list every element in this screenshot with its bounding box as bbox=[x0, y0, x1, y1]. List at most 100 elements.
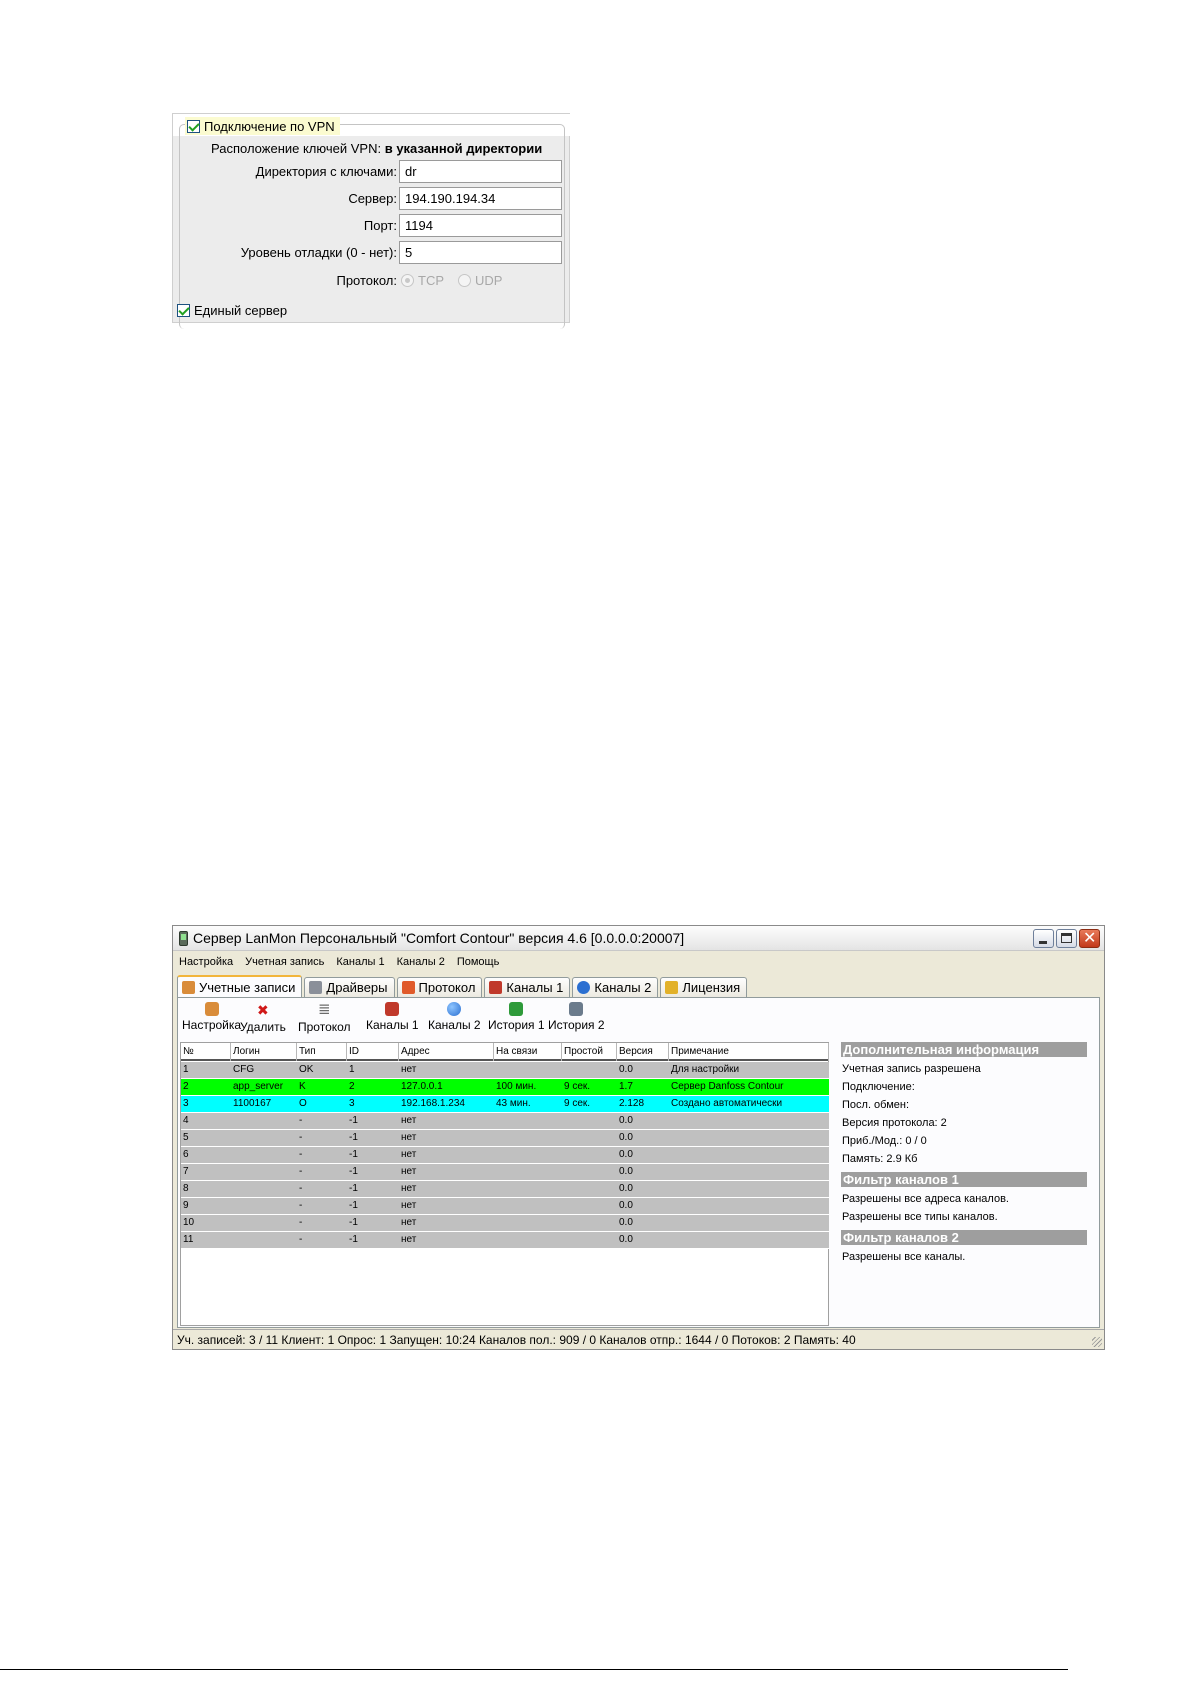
table-cell bbox=[494, 1181, 562, 1197]
maximize-icon bbox=[1061, 933, 1072, 943]
menu-channels-1[interactable]: Каналы 1 bbox=[336, 956, 384, 968]
protocol-udp-radio[interactable]: UDP bbox=[458, 273, 502, 288]
column-header[interactable]: ID bbox=[347, 1043, 399, 1061]
checkbox-checked-icon[interactable] bbox=[187, 119, 200, 133]
close-button[interactable]: ✕ bbox=[1079, 929, 1100, 948]
toolbar-button-6[interactable]: История 1 bbox=[488, 1002, 545, 1032]
channel-filter-1-list: Разрешены все адреса каналов. Разрешены в… bbox=[839, 1190, 1099, 1226]
info-line: Память: 2.9 Кб bbox=[842, 1153, 918, 1165]
table-cell: 127.0.0.1 bbox=[401, 1081, 443, 1092]
table-cell: app_server bbox=[233, 1081, 284, 1092]
toolbar-button-7[interactable]: История 2 bbox=[548, 1002, 605, 1032]
table-cell: 0.0 bbox=[619, 1115, 633, 1126]
table-row[interactable]: 8 - -1 нет 0.0 bbox=[181, 1181, 829, 1198]
table-cell: 7 bbox=[183, 1166, 189, 1177]
table-cell: 1100167 bbox=[233, 1098, 272, 1109]
table-cell bbox=[562, 1130, 617, 1146]
table-cell: - bbox=[299, 1166, 303, 1177]
tab-4[interactable]: Каналы 1 bbox=[484, 977, 571, 997]
table-cell: нет bbox=[401, 1115, 417, 1126]
menu-bar: Настройка Учетная запись Каналы 1 Каналы… bbox=[173, 952, 499, 972]
lock-icon bbox=[665, 981, 679, 994]
table-cell bbox=[494, 1113, 562, 1129]
table-cell: 9 bbox=[183, 1200, 189, 1211]
menu-channels-2[interactable]: Каналы 2 bbox=[397, 956, 445, 968]
column-header[interactable]: Примечание bbox=[669, 1043, 829, 1061]
info-line: Версия протокола: 2 bbox=[842, 1117, 947, 1129]
column-header[interactable]: На связи bbox=[494, 1043, 562, 1061]
column-header[interactable]: № bbox=[181, 1043, 231, 1061]
table-row[interactable]: 9 - -1 нет 0.0 bbox=[181, 1198, 829, 1215]
table-row[interactable]: 1 CFG OK 1 нет 0.0 Для настройки bbox=[181, 1062, 829, 1079]
tab-3[interactable]: Протокол bbox=[396, 977, 483, 997]
single-server-checkbox[interactable]: Единый сервер bbox=[177, 303, 287, 318]
checkbox-checked-icon[interactable] bbox=[177, 304, 190, 317]
maximize-button[interactable] bbox=[1056, 929, 1077, 948]
table-row[interactable]: 11 - -1 нет 0.0 bbox=[181, 1232, 829, 1249]
table-row[interactable]: 4 - -1 нет 0.0 bbox=[181, 1113, 829, 1130]
menu-account[interactable]: Учетная запись bbox=[245, 956, 324, 968]
table-row[interactable]: 3 1100167 O 3 192.168.1.234 43 мин. 9 сек. 2.12… bbox=[181, 1096, 829, 1113]
radio-empty-icon[interactable] bbox=[458, 274, 471, 287]
info-line: Посл. обмен: bbox=[842, 1099, 910, 1111]
info-line: Приб./Мод.: 0 / 0 bbox=[842, 1135, 927, 1147]
table-cell: 9 сек. bbox=[564, 1081, 591, 1092]
tab-label: Учетные записи bbox=[199, 979, 296, 995]
accounts-grid[interactable]: № Логин Тип ID Адрес На связи Простой Версия При… bbox=[180, 1042, 829, 1326]
table-cell: -1 bbox=[349, 1217, 358, 1228]
column-header[interactable]: Логин bbox=[231, 1043, 297, 1061]
protocol-tcp-radio[interactable]: TCP bbox=[401, 273, 444, 288]
toolbar-button-label: Настройка bbox=[182, 1018, 242, 1032]
table-cell bbox=[669, 1164, 829, 1180]
table-cell bbox=[562, 1147, 617, 1163]
toolbar-button-label: История 2 bbox=[548, 1018, 605, 1032]
menu-help[interactable]: Помощь bbox=[457, 956, 500, 968]
tab-5[interactable]: Каналы 2 bbox=[572, 977, 659, 997]
vpn-keys-dir-input[interactable] bbox=[399, 160, 562, 183]
toolbar-button-2[interactable]: ✖ Удалить bbox=[240, 1002, 286, 1034]
tab-1[interactable]: Учетные записи bbox=[177, 975, 303, 997]
table-cell: 0.0 bbox=[619, 1166, 633, 1177]
table-cell bbox=[669, 1147, 829, 1163]
table-cell: - bbox=[299, 1115, 303, 1126]
table-cell bbox=[494, 1164, 562, 1180]
minimize-icon bbox=[1039, 941, 1047, 944]
table-row[interactable]: 5 - -1 нет 0.0 bbox=[181, 1130, 829, 1147]
column-header[interactable]: Простой bbox=[562, 1043, 617, 1061]
toolbar-button-1[interactable]: Настройка bbox=[182, 1002, 241, 1032]
table-cell bbox=[494, 1062, 562, 1078]
table-cell: 11 bbox=[183, 1234, 194, 1245]
window-titlebar[interactable]: Сервер LanMon Персональный "Comfort Cont… bbox=[173, 926, 1104, 951]
table-cell bbox=[562, 1232, 617, 1248]
tab-2[interactable]: Драйверы bbox=[304, 977, 395, 997]
user-settings-icon bbox=[204, 1002, 219, 1016]
vpn-port-input[interactable] bbox=[399, 214, 562, 237]
table-cell: 2 bbox=[349, 1081, 355, 1092]
vpn-server-input[interactable] bbox=[399, 187, 562, 210]
menu-settings[interactable]: Настройка bbox=[179, 956, 233, 968]
column-header[interactable]: Тип bbox=[297, 1043, 347, 1061]
minimize-button[interactable] bbox=[1033, 929, 1054, 948]
table-row[interactable]: 7 - -1 нет 0.0 bbox=[181, 1164, 829, 1181]
column-header[interactable]: Адрес bbox=[399, 1043, 494, 1061]
table-cell: -1 bbox=[349, 1166, 358, 1177]
toolbar-button-5[interactable]: Каналы 2 bbox=[428, 1002, 481, 1032]
vpn-connection-checkbox[interactable]: Подключение по VPN bbox=[185, 117, 340, 135]
toolbar-button-label: Каналы 1 bbox=[366, 1018, 419, 1032]
table-cell: 4 bbox=[183, 1115, 189, 1126]
table-row[interactable]: 2 app_server K 2 127.0.0.1 100 мин. 9 сек. 1.7 С… bbox=[181, 1079, 829, 1096]
table-cell bbox=[494, 1232, 562, 1248]
table-cell: 192.168.1.234 bbox=[401, 1098, 465, 1109]
table-row[interactable]: 6 - -1 нет 0.0 bbox=[181, 1147, 829, 1164]
resize-grip-icon[interactable] bbox=[1092, 1337, 1102, 1347]
toolbar-button-4[interactable]: Каналы 1 bbox=[366, 1002, 419, 1032]
radio-selected-icon[interactable] bbox=[401, 274, 414, 287]
table-row[interactable]: 10 - -1 нет 0.0 bbox=[181, 1215, 829, 1232]
vpn-connection-label: Подключение по VPN bbox=[204, 118, 335, 134]
tab-6[interactable]: Лицензия bbox=[660, 977, 748, 997]
table-cell: 0.0 bbox=[619, 1132, 633, 1143]
table-cell: 6 bbox=[183, 1149, 189, 1160]
toolbar-button-3[interactable]: ≣ Протокол bbox=[298, 1002, 351, 1035]
vpn-debug-input[interactable] bbox=[399, 241, 562, 264]
column-header[interactable]: Версия bbox=[617, 1043, 669, 1061]
